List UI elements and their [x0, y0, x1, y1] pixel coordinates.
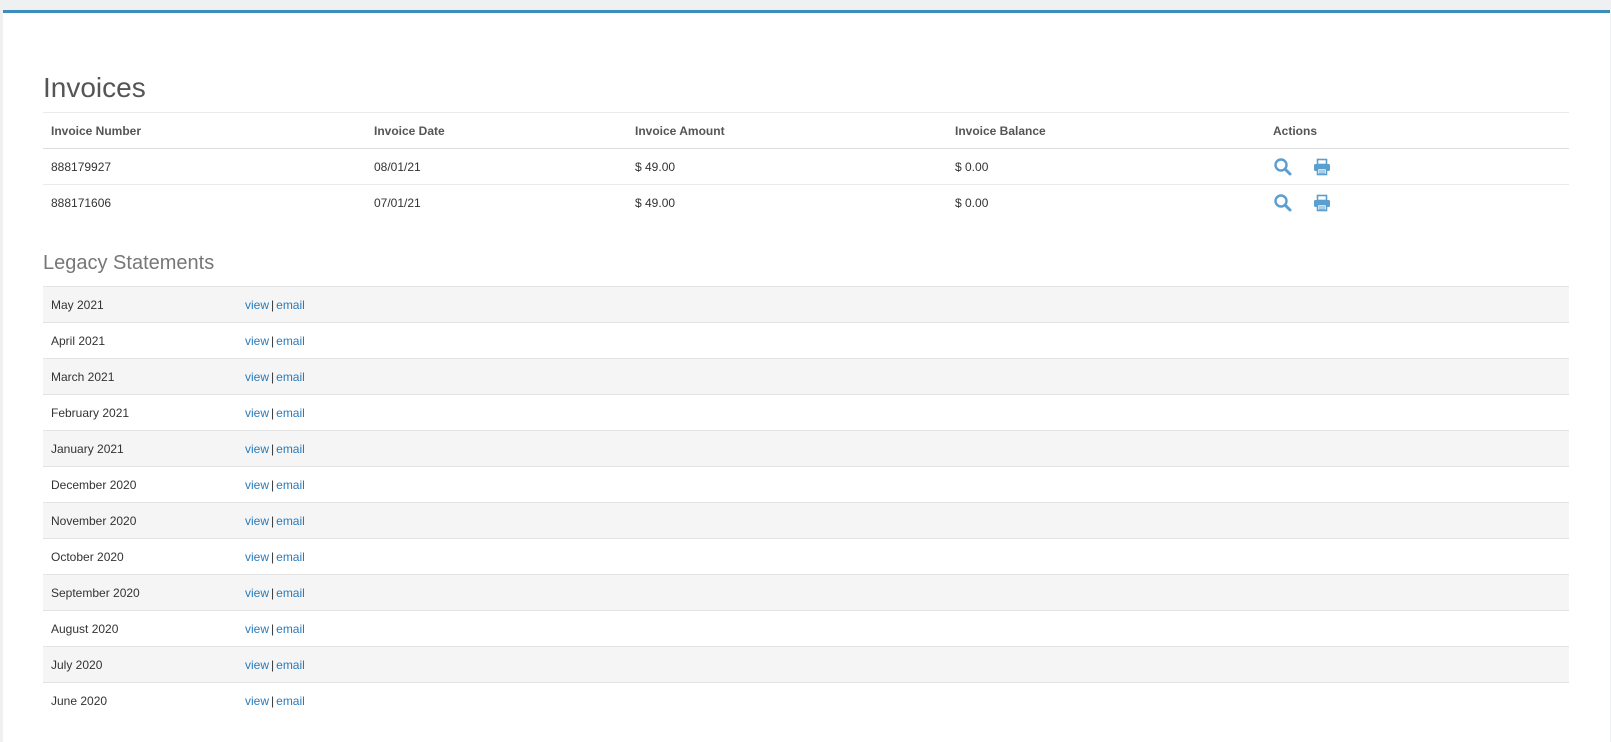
statement-actions: view | email [237, 358, 1569, 395]
email-link[interactable]: email [276, 442, 305, 456]
view-link[interactable]: view [245, 478, 269, 492]
statement-month: July 2020 [43, 646, 237, 683]
invoice-actions [1265, 148, 1569, 185]
legacy-statements-table: May 2021 view | email April 2021 view | emai… [43, 286, 1569, 719]
legacy-statements-title: Legacy Statements [43, 252, 215, 274]
search-icon[interactable] [1273, 193, 1293, 213]
view-link[interactable]: view [245, 694, 269, 708]
statement-actions: view | email [237, 286, 1569, 323]
list-item: July 2020 view | email [43, 646, 1569, 683]
page-title: Invoices [43, 72, 146, 103]
header-actions: Actions [1265, 112, 1569, 149]
view-link[interactable]: view [245, 658, 269, 672]
list-item: August 2020 view | email [43, 610, 1569, 647]
email-link[interactable]: email [276, 334, 305, 348]
statement-month: August 2020 [43, 610, 237, 647]
email-link[interactable]: email [276, 658, 305, 672]
email-link[interactable]: email [276, 550, 305, 564]
statement-actions: view | email [237, 610, 1569, 647]
email-link[interactable]: email [276, 478, 305, 492]
statement-actions: view | email [237, 430, 1569, 467]
view-link[interactable]: view [245, 550, 269, 564]
statement-month: October 2020 [43, 538, 237, 575]
list-item: September 2020 view | email [43, 574, 1569, 611]
statement-actions: view | email [237, 574, 1569, 611]
statement-month: February 2021 [43, 394, 237, 431]
statement-month: November 2020 [43, 502, 237, 539]
invoice-amount: $ 49.00 [627, 148, 947, 185]
list-item: June 2020 view | email [43, 682, 1569, 719]
list-item: March 2021 view | email [43, 358, 1569, 395]
statement-month: September 2020 [43, 574, 237, 611]
view-link[interactable]: view [245, 406, 269, 420]
email-link[interactable]: email [276, 622, 305, 636]
email-link[interactable]: email [276, 298, 305, 312]
email-link[interactable]: email [276, 586, 305, 600]
invoice-date: 08/01/21 [366, 148, 627, 185]
header-invoice-date: Invoice Date [366, 112, 627, 149]
statement-actions: view | email [237, 394, 1569, 431]
list-item: April 2021 view | email [43, 322, 1569, 359]
view-link[interactable]: view [245, 442, 269, 456]
view-link[interactable]: view [245, 370, 269, 384]
email-link[interactable]: email [276, 514, 305, 528]
print-icon[interactable] [1312, 193, 1332, 213]
statement-month: March 2021 [43, 358, 237, 395]
list-item: October 2020 view | email [43, 538, 1569, 575]
invoices-panel: Invoices Invoice Number Invoice Date Inv… [3, 10, 1610, 742]
view-link[interactable]: view [245, 622, 269, 636]
invoice-number: 888171606 [51, 195, 112, 210]
table-row: 888179927 08/01/21 $ 49.00 $ 0.00 [43, 148, 1569, 185]
list-item: December 2020 view | email [43, 466, 1569, 503]
invoice-amount: $ 49.00 [635, 195, 676, 210]
statement-actions: view | email [237, 538, 1569, 575]
email-link[interactable]: email [276, 694, 305, 708]
statement-actions: view | email [237, 646, 1569, 683]
header-invoice-number: Invoice Number [43, 112, 366, 149]
invoice-table-header: Invoice Number Invoice Date Invoice Amou… [43, 112, 1569, 149]
search-icon[interactable] [1273, 157, 1293, 177]
invoice-date: 07/01/21 [374, 195, 421, 210]
view-link[interactable]: view [245, 586, 269, 600]
invoice-balance: $ 0.00 [955, 195, 989, 210]
statement-actions: view | email [237, 466, 1569, 503]
email-link[interactable]: email [276, 370, 305, 384]
invoice-actions [1265, 185, 1569, 221]
view-link[interactable]: view [245, 334, 269, 348]
list-item: February 2021 view | email [43, 394, 1569, 431]
list-item: May 2021 view | email [43, 286, 1569, 323]
view-link[interactable]: view [245, 298, 269, 312]
statement-month: June 2020 [43, 682, 237, 719]
list-item: November 2020 view | email [43, 502, 1569, 539]
statement-actions: view | email [237, 322, 1569, 359]
email-link[interactable]: email [276, 406, 305, 420]
invoice-number: 888179927 [43, 148, 366, 185]
table-row: 888171606 07/01/21 $ 49.00 $ 0.00 [43, 185, 1569, 221]
statement-month: April 2021 [43, 322, 237, 359]
invoice-table: Invoice Number Invoice Date Invoice Amou… [43, 112, 1569, 221]
invoice-balance: $ 0.00 [947, 148, 1265, 185]
statement-month: December 2020 [43, 466, 237, 503]
statement-actions: view | email [237, 502, 1569, 539]
statement-month: May 2021 [43, 286, 237, 323]
list-item: January 2021 view | email [43, 430, 1569, 467]
print-icon[interactable] [1312, 157, 1332, 177]
view-link[interactable]: view [245, 514, 269, 528]
header-invoice-balance: Invoice Balance [947, 112, 1265, 149]
statement-actions: view | email [237, 682, 1569, 719]
statement-month: January 2021 [43, 430, 237, 467]
header-invoice-amount: Invoice Amount [627, 112, 947, 149]
